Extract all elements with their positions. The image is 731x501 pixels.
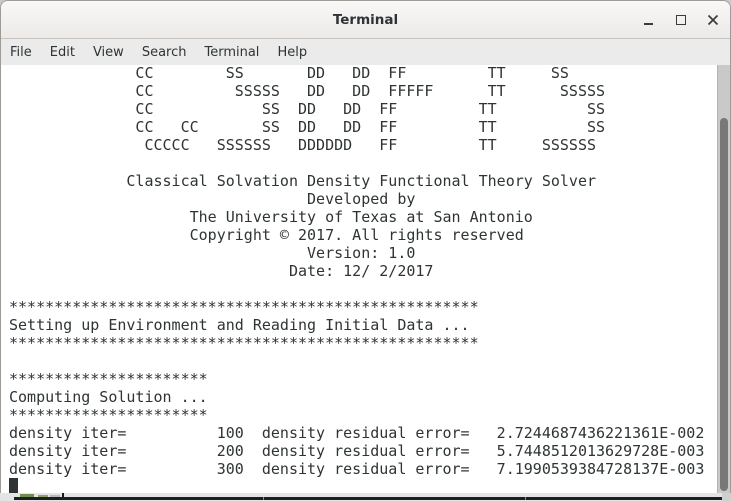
- minimize-icon: [644, 23, 653, 25]
- scrollbar-thumb[interactable]: [720, 118, 728, 491]
- terminal-output: CC SS DD DD FF TT SS CC SSSSS DD DD FFFF…: [9, 64, 705, 478]
- menu-item-terminal[interactable]: Terminal: [195, 41, 268, 64]
- background-decoration: [263, 497, 264, 500]
- title-bar[interactable]: Terminal: [1, 1, 730, 39]
- background-window-edge: [0, 493, 731, 501]
- scrollbar-track[interactable]: [717, 65, 730, 493]
- background-decoration: [525, 497, 526, 500]
- background-decoration: [722, 493, 731, 501]
- menu-item-edit[interactable]: Edit: [41, 41, 84, 64]
- menu-bar: File Edit View Search Terminal Help: [1, 39, 730, 66]
- menu-item-view[interactable]: View: [84, 41, 133, 64]
- maximize-icon: [675, 14, 686, 25]
- terminal-viewport[interactable]: CC SS DD DD FF TT SS CC SSSSS DD DD FFFF…: [1, 64, 730, 493]
- maximize-button[interactable]: [669, 8, 692, 31]
- background-window-border: [14, 497, 722, 500]
- menu-item-search[interactable]: Search: [133, 41, 196, 64]
- menu-item-file[interactable]: File: [1, 41, 41, 64]
- close-icon: [707, 14, 718, 25]
- screen: Terminal File Edit View Search Terminal Help: [0, 0, 731, 501]
- terminal-cursor: [9, 478, 18, 493]
- menu-item-help[interactable]: Help: [268, 41, 316, 64]
- terminal-window: Terminal File Edit View Search Terminal Help: [0, 0, 731, 493]
- window-title: Terminal: [332, 11, 399, 28]
- minimize-button[interactable]: [637, 8, 660, 31]
- window-controls: [637, 1, 724, 38]
- close-button[interactable]: [701, 8, 724, 31]
